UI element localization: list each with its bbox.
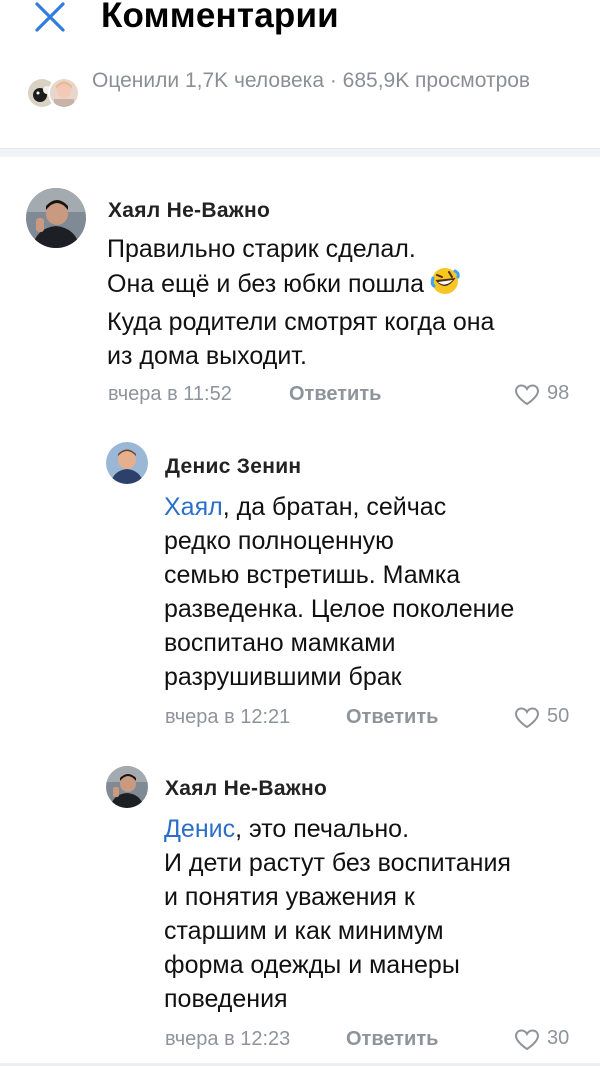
like-count: 50 (547, 705, 570, 727)
comment-timestamp: вчера в 12:23 (165, 1028, 291, 1050)
comment-text-line: разрушившими брак (164, 663, 402, 691)
comment-text-line: Хаял, да братан, сейчас (164, 490, 584, 524)
comment-text-line: и понятия уважения к (164, 883, 415, 911)
like-button[interactable]: 30 (514, 1027, 584, 1053)
comment-timestamp: вчера в 11:52 (108, 383, 232, 405)
section-divider (0, 148, 600, 157)
comment-text-line: форма одежды и манеры (164, 951, 460, 979)
comment-text-line: Куда родители смотрят когда она (107, 308, 495, 336)
like-count: 30 (547, 1027, 570, 1049)
avatar[interactable] (106, 766, 148, 808)
comment-author[interactable]: Хаял Не-Важно (165, 777, 327, 801)
reply-button[interactable]: Ответить (346, 1028, 438, 1051)
comment-author[interactable]: Денис Зенин (165, 455, 301, 479)
like-button[interactable]: 50 (514, 705, 584, 731)
comment-text-line: Правильно старик сделал. (107, 235, 416, 263)
comment-text-line: Она ещё и без юбки пошла (107, 266, 577, 305)
comment-text: Хаял, да братан, сейчас редко полноценну… (164, 490, 584, 694)
stats-text: Оценили 1,7K человека · 685,9K просмотро… (92, 69, 531, 92)
comment-text-line: поведения (164, 985, 288, 1013)
avatar[interactable] (106, 442, 148, 484)
page-title: Комментарии (101, 0, 339, 35)
mention-link[interactable]: Хаял (164, 493, 223, 521)
reactor-avatars (26, 77, 80, 109)
comment-item: Денис Зенин Хаял, да братан, сейчас редк… (0, 440, 600, 740)
comment-text: Денис, это печально. И дети растут без в… (164, 812, 584, 1016)
comment-text-line: разведенка. Целое поколение (164, 595, 515, 623)
comment-text-line: старшим и как минимум (164, 917, 444, 945)
comment-timestamp: вчера в 12:21 (165, 706, 291, 728)
comment-text-line: Денис, это печально. (164, 812, 584, 846)
mention-link[interactable]: Денис (164, 815, 235, 843)
reply-button[interactable]: Ответить (289, 383, 381, 406)
header-bar: Комментарии (0, 0, 600, 40)
close-icon (35, 2, 65, 32)
comment-text-line: редко полноценную (164, 527, 394, 555)
avatar (48, 77, 80, 109)
comment-text-line: семью встретишь. Мамка (164, 561, 461, 589)
reply-button[interactable]: Ответить (346, 706, 438, 729)
heart-icon (514, 707, 540, 729)
comment-item: Хаял Не-Важно Правильно старик сделал. О… (0, 170, 600, 420)
rolling-on-floor-laughing-emoji-icon (430, 266, 460, 305)
reactions-summary[interactable]: Оценили 1,7K человека · 685,9K просмотро… (0, 60, 600, 140)
close-button[interactable] (30, 0, 70, 36)
heart-icon (514, 1029, 540, 1051)
comment-text: Правильно старик сделал. Она ещё и без ю… (107, 232, 577, 373)
like-count: 98 (547, 382, 570, 404)
comment-text-line: И дети растут без воспитания (164, 849, 511, 877)
avatar[interactable] (26, 188, 86, 248)
comment-text-line: воспитано мамками (164, 629, 396, 657)
comment-author[interactable]: Хаял Не-Важно (108, 199, 270, 223)
heart-icon (514, 384, 540, 406)
comment-text-fragment: Она ещё и без юбки пошла (107, 270, 425, 298)
comment-text-fragment: , да братан, сейчас (222, 493, 447, 521)
like-button[interactable]: 98 (514, 382, 584, 408)
comment-text-fragment: , это печально. (235, 815, 410, 843)
comment-item: Хаял Не-Важно Денис, это печально. И дет… (0, 764, 600, 1064)
comment-text-line: из дома выходит. (107, 342, 307, 370)
